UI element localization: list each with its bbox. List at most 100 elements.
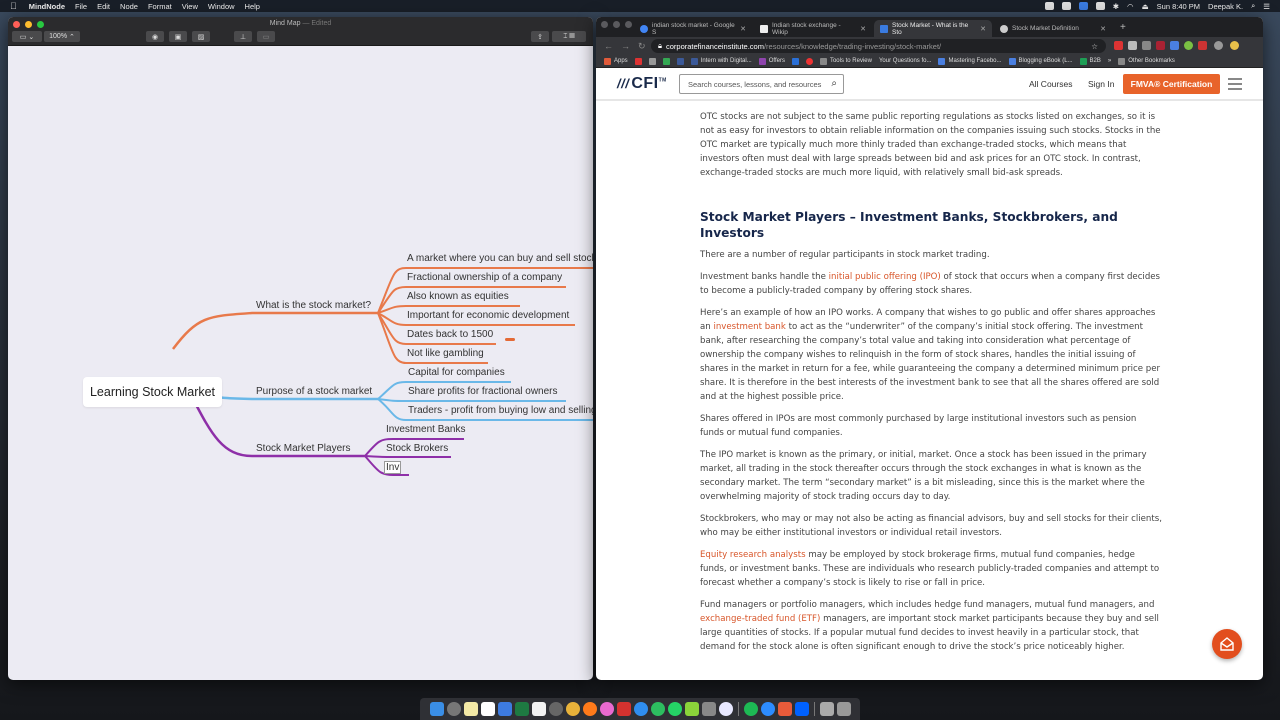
whatsapp-icon[interactable] — [667, 702, 682, 716]
investment-bank-link[interactable]: investment bank — [713, 322, 785, 332]
pocket-extension-icon[interactable] — [1156, 41, 1165, 50]
bookmark-questions[interactable]: Your Questions fo... — [879, 58, 931, 64]
extension-icon[interactable] — [1230, 41, 1239, 50]
bookmark-b2b[interactable]: B2B — [1079, 57, 1101, 65]
calendar-icon[interactable] — [480, 702, 495, 716]
equity-research-link[interactable]: Equity research analysts — [700, 550, 806, 560]
itunes-icon[interactable] — [599, 702, 614, 716]
image-button[interactable]: ▨ — [192, 31, 210, 42]
add-child-node-button[interactable]: ⊥ — [234, 31, 252, 42]
bookmark-facebook[interactable] — [676, 57, 684, 65]
preview-icon[interactable] — [819, 702, 834, 716]
launchpad-icon[interactable] — [446, 702, 461, 716]
bookmark-mastering[interactable]: Mastering Facebo... — [938, 57, 1002, 65]
inspector-button[interactable]: ⌶ ▤ — [552, 31, 586, 42]
bookmark-print[interactable] — [648, 57, 656, 65]
add-connection-button[interactable]: ▭ — [257, 31, 275, 42]
eject-icon[interactable]: ⏏ — [1142, 2, 1149, 11]
child-node[interactable]: Also known as equities — [407, 291, 509, 302]
extension-icon[interactable] — [1114, 41, 1123, 50]
tab-google-search[interactable]: indian stock market - Google S ✕ — [634, 20, 752, 37]
bookmark-drive[interactable] — [662, 57, 670, 65]
clock[interactable]: Sun 8:40 PM — [1157, 2, 1200, 11]
branch-node-players[interactable]: Stock Market Players — [256, 443, 350, 454]
zoom-icon[interactable] — [760, 702, 775, 716]
bookmark-star-icon[interactable]: ☆ — [1091, 42, 1098, 51]
etf-link[interactable]: exchange-traded fund (ETF) — [700, 614, 820, 624]
all-courses-link[interactable]: All Courses — [1029, 79, 1072, 89]
bluetooth-icon[interactable]: ✱ — [1113, 2, 1119, 11]
firefox-icon[interactable] — [582, 702, 597, 716]
system-preferences-icon[interactable] — [701, 702, 716, 716]
camera-extension-icon[interactable] — [1128, 41, 1137, 50]
root-node[interactable]: Learning Stock Market — [83, 377, 222, 407]
mind-map-canvas[interactable]: Learning Stock Market What is the stock … — [8, 46, 593, 680]
sidebar-toggle-button[interactable]: ▭ ⌄ — [12, 31, 42, 42]
minimize-window-button[interactable] — [613, 21, 620, 28]
extension-icon[interactable] — [1198, 41, 1207, 50]
vue-extension-icon[interactable] — [1184, 41, 1193, 50]
menu-help[interactable]: Help — [245, 2, 260, 11]
child-node[interactable]: Stock Brokers — [386, 443, 448, 454]
bookmark-other[interactable]: Other Bookmarks — [1118, 57, 1175, 65]
screen-record-icon[interactable] — [1078, 2, 1088, 10]
hamburger-menu-icon[interactable] — [1228, 78, 1242, 93]
menu-edit[interactable]: Edit — [97, 2, 110, 11]
bookmarks-overflow[interactable]: » — [1108, 58, 1111, 64]
menu-view[interactable]: View — [182, 2, 198, 11]
address-bar[interactable]: 🔒︎ corporatefinanceinstitute.com /resour… — [651, 39, 1106, 53]
collapsed-children-indicator[interactable] — [505, 338, 515, 341]
menu-window[interactable]: Window — [208, 2, 235, 11]
dropbox-status-icon[interactable] — [1061, 2, 1071, 10]
keynote-icon[interactable] — [497, 702, 512, 716]
child-node[interactable]: Fractional ownership of a company — [407, 272, 562, 283]
editing-node-input[interactable]: Inv — [384, 461, 402, 474]
evernote-icon[interactable] — [650, 702, 665, 716]
tab-stock-market-definition[interactable]: Stock Market Definition ✕ — [994, 20, 1112, 37]
child-node[interactable]: Not like gambling — [407, 348, 484, 359]
numbers-icon[interactable] — [777, 702, 792, 716]
bookmark-gear[interactable] — [805, 57, 813, 65]
bookmark-arrow[interactable] — [791, 57, 799, 65]
menu-node[interactable]: Node — [120, 2, 138, 11]
new-tab-button[interactable]: + — [1120, 22, 1126, 33]
bookmark-blogging[interactable]: Blogging eBook (L... — [1008, 57, 1073, 65]
menu-file[interactable]: File — [75, 2, 87, 11]
trash-icon[interactable] — [836, 702, 851, 716]
note-button[interactable]: ▣ — [169, 31, 187, 42]
notes-icon[interactable] — [463, 702, 478, 716]
extension-icon[interactable] — [1170, 41, 1179, 50]
manuscripts-icon[interactable] — [718, 702, 733, 716]
back-icon[interactable]: ← — [604, 41, 613, 51]
finder-icon[interactable] — [429, 702, 444, 716]
child-node[interactable]: Capital for companies — [408, 367, 505, 378]
bookmarks-icon[interactable] — [616, 702, 631, 716]
bookmark-tools[interactable]: Tools to Review — [819, 57, 872, 65]
bookmark-offers[interactable]: Offers — [758, 57, 785, 65]
slides-icon[interactable] — [531, 702, 546, 716]
zoom-level-select[interactable]: 100% ⌃ — [44, 31, 80, 42]
child-node[interactable]: Important for economic development — [407, 310, 569, 321]
forward-icon[interactable]: → — [621, 41, 630, 51]
newsletter-button[interactable] — [1212, 629, 1242, 659]
zoom-window-button[interactable] — [625, 21, 632, 28]
site-search-input[interactable]: Search courses, lessons, and resources ⌕ — [679, 74, 844, 94]
spotlight-icon[interactable]: ⌕ — [1251, 1, 1255, 11]
focus-mode-button[interactable]: ◉ — [146, 31, 164, 42]
reload-icon[interactable]: ↻ — [638, 41, 646, 52]
child-node[interactable]: Dates back to 1500 — [407, 329, 493, 340]
photo-booth-icon[interactable] — [548, 702, 563, 716]
wifi-icon[interactable]: ◠ — [1127, 2, 1134, 11]
branch-node-what-is[interactable]: What is the stock market? — [256, 300, 371, 311]
fmva-certification-button[interactable]: FMVA® Certification — [1123, 74, 1220, 94]
bookmark-intern[interactable]: Intern with Digital... — [690, 57, 752, 65]
menu-app-name[interactable]: MindNode — [29, 2, 65, 11]
bookmark-apps[interactable]: Apps — [604, 57, 628, 65]
share-button[interactable]: ⇪ — [531, 31, 549, 42]
close-tab-icon[interactable]: ✕ — [1100, 25, 1106, 33]
close-tab-icon[interactable]: ✕ — [860, 25, 866, 33]
sign-in-link[interactable]: Sign In — [1088, 79, 1114, 89]
tab-wikipedia[interactable]: Indian stock exchange - Wikip ✕ — [754, 20, 872, 37]
extension-icon[interactable] — [1142, 41, 1151, 50]
close-window-button[interactable] — [601, 21, 608, 28]
